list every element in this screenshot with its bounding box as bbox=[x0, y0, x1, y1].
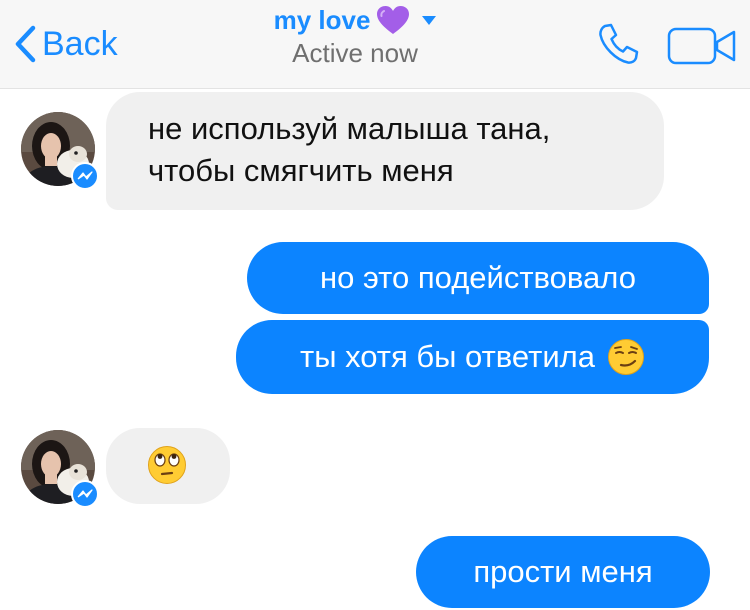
outgoing-message-bubble[interactable]: прости меня bbox=[416, 536, 710, 608]
message-text: прости меня bbox=[473, 554, 653, 589]
outgoing-message-bubble[interactable]: но это подействовало bbox=[247, 242, 709, 314]
conversation-title: my love Active now bbox=[230, 0, 480, 69]
message-text-line: не используй малыша тана, bbox=[148, 111, 551, 146]
back-label: Back bbox=[42, 24, 118, 63]
message-text: ты хотя бы ответила bbox=[300, 339, 595, 374]
messenger-badge-icon bbox=[71, 162, 99, 190]
chat-header: Back my love Active now bbox=[0, 0, 750, 89]
smirking-face-icon bbox=[607, 339, 644, 375]
message-text-line: чтобы смягчить меня bbox=[148, 153, 454, 188]
incoming-message-bubble[interactable]: не используй малыша тана, чтобы смягчить… bbox=[106, 92, 664, 210]
messenger-badge-icon bbox=[71, 480, 99, 508]
chat-screen: Back my love Active now не используй мал… bbox=[0, 0, 750, 610]
caret-down-icon bbox=[422, 15, 437, 25]
purple-heart-icon bbox=[377, 6, 410, 34]
outgoing-message-bubble[interactable]: ты хотя бы ответила bbox=[236, 320, 709, 394]
message-text: но это подействовало bbox=[320, 260, 636, 295]
contact-name: my love bbox=[273, 4, 371, 35]
face-with-rolling-eyes-icon bbox=[148, 446, 186, 484]
back-button[interactable]: Back bbox=[14, 22, 118, 66]
video-camera-icon bbox=[667, 27, 736, 65]
contact-avatar[interactable] bbox=[21, 112, 99, 190]
video-call-button[interactable] bbox=[666, 26, 738, 66]
chevron-left-icon bbox=[15, 25, 36, 63]
incoming-emoji-bubble[interactable] bbox=[106, 428, 230, 504]
phone-icon bbox=[599, 23, 639, 64]
contact-avatar[interactable] bbox=[21, 430, 99, 508]
contact-name-menu[interactable]: my love bbox=[230, 2, 480, 38]
call-button[interactable] bbox=[596, 22, 640, 66]
active-status: Active now bbox=[292, 38, 418, 68]
